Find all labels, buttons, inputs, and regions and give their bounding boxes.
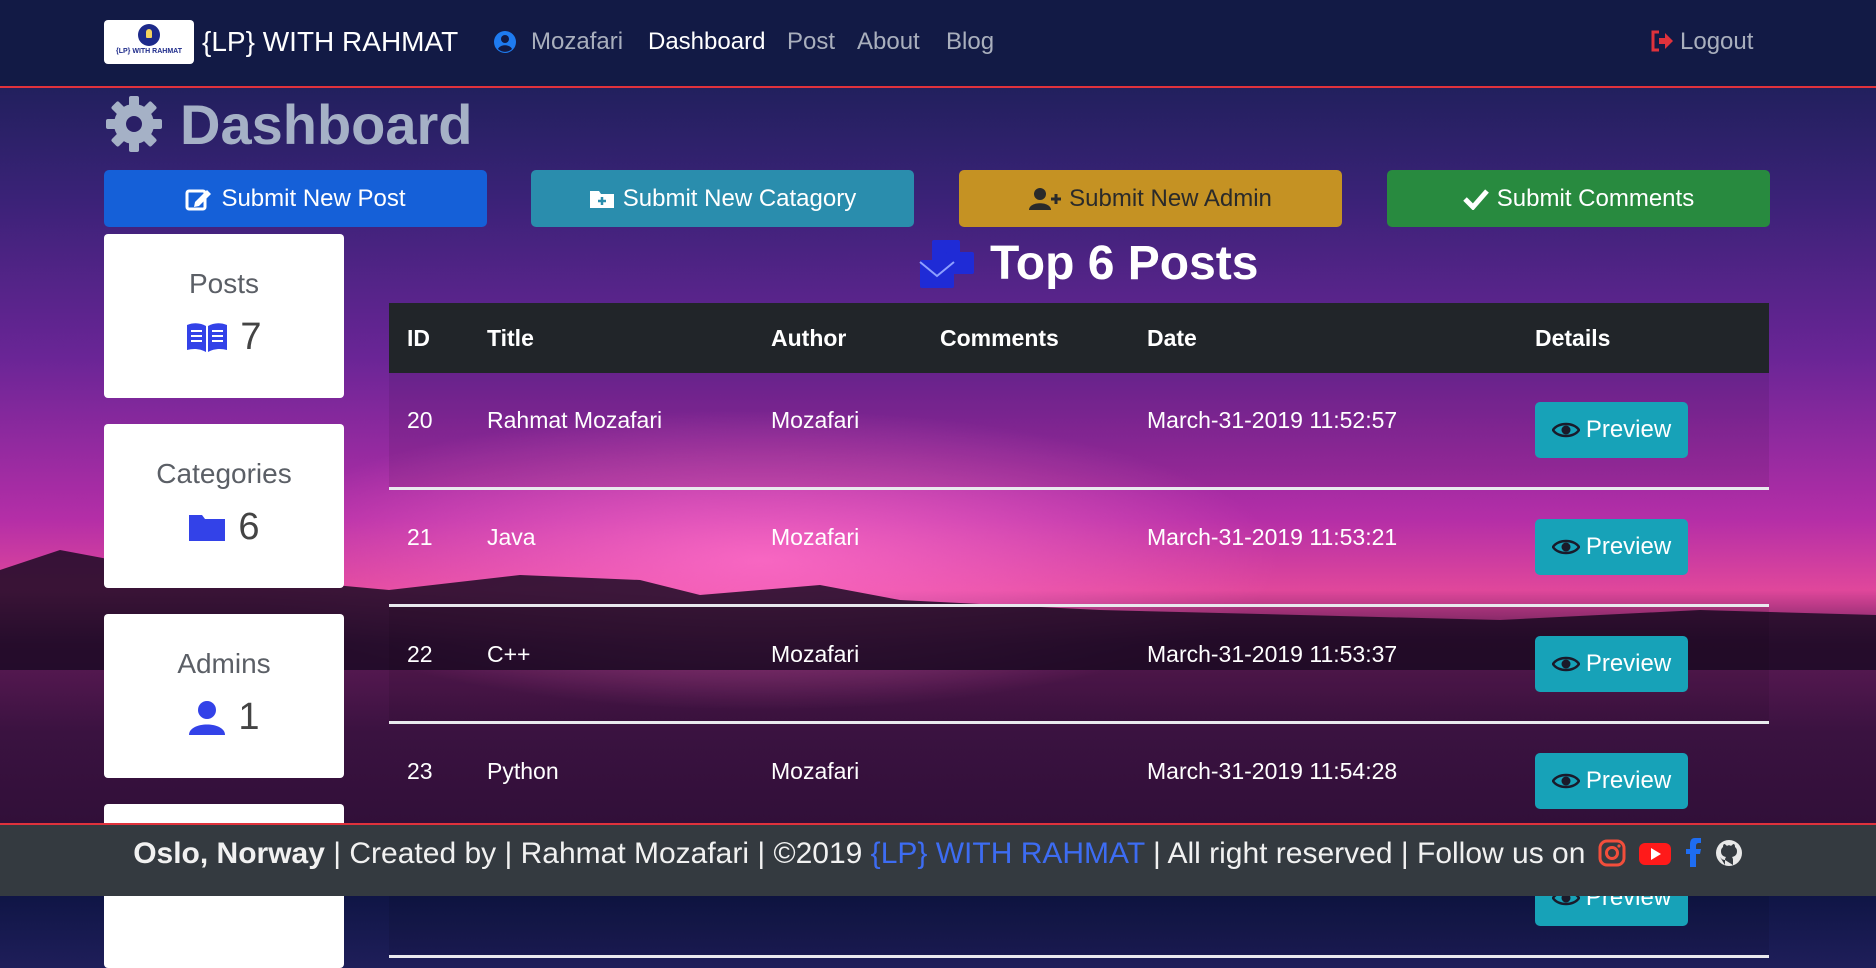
envelopes-icon xyxy=(919,240,974,288)
cell-comments xyxy=(922,373,1129,490)
user-icon xyxy=(189,700,226,735)
check-icon xyxy=(1463,188,1489,210)
preview-label: Preview xyxy=(1585,416,1672,443)
cell-id: 22 xyxy=(389,605,469,724)
cell-comments xyxy=(922,605,1129,724)
preview-button[interactable]: Preview xyxy=(1535,519,1688,575)
cell-title: Rahmat Mozafari xyxy=(469,373,753,490)
top-navbar: {LP} WITH RAHMAT {LP} WITH RAHMAT Mozafa… xyxy=(0,0,1876,88)
table-row: 23 Python Mozafari March-31-2019 11:54:2… xyxy=(389,722,1769,841)
cell-details: Preview xyxy=(1517,488,1769,607)
footer-text: Oslo, Norway | Created by | Rahmat Mozaf… xyxy=(0,837,1876,871)
column-header-date: Date xyxy=(1129,303,1517,373)
preview-button[interactable]: Preview xyxy=(1535,753,1688,809)
nav-blog-link[interactable]: Blog xyxy=(946,28,994,56)
logout-link[interactable]: Logout xyxy=(1650,28,1753,56)
lightbulb-icon xyxy=(138,24,160,46)
github-icon[interactable] xyxy=(1715,839,1743,867)
stat-card-admins: Admins 1 xyxy=(104,614,344,778)
cell-id: 23 xyxy=(389,722,469,841)
brand-logo[interactable]: {LP} WITH RAHMAT xyxy=(104,20,194,64)
cell-author: Mozafari xyxy=(753,488,922,607)
cell-date: March-31-2019 11:52:57 xyxy=(1129,373,1517,490)
preview-button[interactable]: Preview xyxy=(1535,636,1688,692)
column-header-comments: Comments xyxy=(922,303,1129,373)
cell-title: C++ xyxy=(469,605,753,724)
preview-button[interactable]: Preview xyxy=(1535,402,1688,458)
preview-label: Preview xyxy=(1585,767,1672,794)
stat-label: Posts xyxy=(188,268,260,299)
cell-details: Preview xyxy=(1517,373,1769,490)
gear-icon xyxy=(106,96,162,152)
brand-name[interactable]: {LP} WITH RAHMAT xyxy=(202,26,458,58)
footer: Oslo, Norway | Created by | Rahmat Mozaf… xyxy=(0,823,1876,896)
submit-new-admin-button[interactable]: Submit New Admin xyxy=(959,170,1342,227)
submit-comments-button[interactable]: Submit Comments xyxy=(1387,170,1770,227)
nav-user-link[interactable]: Mozafari xyxy=(531,28,623,56)
brand-logo-text: {LP} WITH RAHMAT xyxy=(116,48,182,55)
stat-label: Categories xyxy=(156,458,292,489)
stat-value: 1 xyxy=(238,696,260,738)
cell-comments xyxy=(922,722,1129,841)
preview-label: Preview xyxy=(1585,533,1672,560)
cell-title: Python xyxy=(469,722,753,841)
cell-date: March-31-2019 11:53:21 xyxy=(1129,488,1517,607)
column-header-author: Author xyxy=(753,303,922,373)
submit-new-category-button[interactable]: Submit New Catagory xyxy=(531,170,914,227)
stat-card-categories: Categories 6 xyxy=(104,424,344,588)
cell-date: March-31-2019 11:54:28 xyxy=(1129,722,1517,841)
cell-title: Java xyxy=(469,488,753,607)
cell-author: Mozafari xyxy=(753,373,922,490)
column-header-details: Details xyxy=(1517,303,1769,373)
table-header-row: ID Title Author Comments Date Details xyxy=(389,303,1769,373)
stat-card-posts: Posts 7 xyxy=(104,234,344,398)
column-header-title: Title xyxy=(469,303,753,373)
cell-author: Mozafari xyxy=(753,605,922,724)
preview-label: Preview xyxy=(1585,650,1672,677)
top-posts-title: Top 6 Posts xyxy=(990,237,1259,290)
cell-details: Preview xyxy=(1517,605,1769,724)
table-row: 22 C++ Mozafari March-31-2019 11:53:37 P… xyxy=(389,605,1769,724)
eye-icon xyxy=(1551,422,1580,438)
logout-label: Logout xyxy=(1680,28,1754,55)
nav-about-link[interactable]: About xyxy=(857,28,920,56)
eye-icon xyxy=(1551,656,1580,672)
submit-new-admin-label: Submit New Admin xyxy=(1069,184,1272,212)
user-circle-icon xyxy=(494,31,516,53)
footer-brand-link[interactable]: {LP} WITH RAHMAT xyxy=(871,837,1145,870)
folder-plus-icon xyxy=(589,190,614,208)
nav-post-link[interactable]: Post xyxy=(787,28,835,56)
submit-new-post-label: Submit New Post xyxy=(221,184,406,212)
eye-icon xyxy=(1551,773,1580,789)
cell-id: 21 xyxy=(389,488,469,607)
folder-icon xyxy=(189,514,226,541)
cell-author: Mozafari xyxy=(753,722,922,841)
user-plus-icon xyxy=(1029,187,1062,210)
footer-rights: | All right reserved | Follow us on xyxy=(1152,837,1586,870)
cell-id: 20 xyxy=(389,373,469,490)
cell-details: Preview xyxy=(1517,722,1769,841)
nav-dashboard-link[interactable]: Dashboard xyxy=(648,28,765,56)
stat-value: 7 xyxy=(240,316,262,358)
column-header-id: ID xyxy=(389,303,469,373)
cell-comments xyxy=(922,488,1129,607)
instagram-icon[interactable] xyxy=(1598,839,1626,867)
submit-new-category-label: Submit New Catagory xyxy=(622,184,857,212)
youtube-icon[interactable] xyxy=(1638,841,1672,867)
footer-location: Oslo, Norway xyxy=(133,837,325,870)
stat-value: 6 xyxy=(238,506,260,548)
submit-comments-label: Submit Comments xyxy=(1496,184,1695,212)
stat-label: Admins xyxy=(177,648,271,679)
table-row: 20 Rahmat Mozafari Mozafari March-31-201… xyxy=(389,373,1769,490)
submit-new-post-button[interactable]: Submit New Post xyxy=(104,170,487,227)
eye-icon xyxy=(1551,539,1580,555)
cell-date: March-31-2019 11:53:37 xyxy=(1129,605,1517,724)
table-row: 21 Java Mozafari March-31-2019 11:53:21 … xyxy=(389,488,1769,607)
edit-icon xyxy=(185,189,212,210)
page-title-text: Dashboard xyxy=(180,93,473,156)
footer-created-by: | Created by | Rahmat Mozafari | ©2019 xyxy=(333,837,863,870)
facebook-icon[interactable] xyxy=(1684,837,1702,867)
book-open-icon xyxy=(187,322,228,352)
sign-out-icon xyxy=(1651,30,1673,52)
